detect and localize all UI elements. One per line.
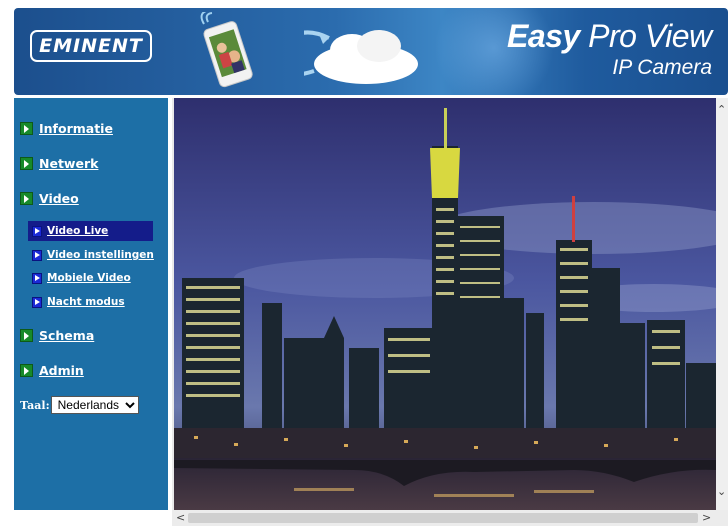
live-video-panel: ⌃ ⌄ < > <box>172 98 728 526</box>
blue-play-square-icon <box>32 296 42 308</box>
menu-item-label: Video <box>39 190 79 206</box>
language-select[interactable]: Nederlands <box>50 396 139 414</box>
menu-item-video[interactable]: Video <box>20 189 79 207</box>
header-banner: EMINENT Easy Pro View IP Camera <box>14 8 728 95</box>
language-selector: Taal: Nederlands <box>20 396 139 414</box>
green-play-square-icon <box>20 328 33 342</box>
cloud-icon <box>304 30 418 84</box>
submenu-item-label: Mobiele Video <box>47 272 131 284</box>
menu-item-label: Schema <box>39 327 95 343</box>
blue-play-square-icon <box>32 272 42 284</box>
submenu-item-label: Nacht modus <box>47 296 125 308</box>
sidebar: Informatie Netwerk Video Video Live Vide… <box>14 98 168 510</box>
submenu-item-mobiele-video[interactable]: Mobiele Video <box>28 268 153 288</box>
chevron-left-icon[interactable]: < <box>176 512 185 523</box>
green-play-square-icon <box>20 121 33 135</box>
green-play-square-icon <box>20 156 33 170</box>
vertical-scrollbar[interactable]: ⌃ ⌄ <box>716 98 728 510</box>
menu-item-netwerk[interactable]: Netwerk <box>20 154 98 172</box>
submenu-item-nacht-modus[interactable]: Nacht modus <box>28 292 153 312</box>
brand-title: Easy Pro View <box>507 18 712 55</box>
horizontal-scroll-thumb[interactable] <box>188 513 698 523</box>
chevron-up-icon[interactable]: ⌃ <box>717 104 726 115</box>
menu-item-label: Informatie <box>39 120 113 136</box>
horizontal-scrollbar[interactable]: < > <box>172 510 728 526</box>
live-video-image[interactable] <box>174 98 716 510</box>
brand-subtitle: IP Camera <box>612 56 712 79</box>
menu-item-label: Netwerk <box>39 155 99 171</box>
brand-proview-text: Pro View <box>588 18 712 54</box>
submenu-item-label: Video instellingen <box>47 249 154 261</box>
submenu-item-video-live[interactable]: Video Live <box>28 221 153 241</box>
eminent-logo: EMINENT <box>30 30 152 62</box>
menu-item-admin[interactable]: Admin <box>20 361 84 379</box>
menu-item-schema[interactable]: Schema <box>20 326 94 344</box>
smartphone-icon <box>200 12 253 88</box>
green-play-square-icon <box>20 363 33 377</box>
language-label: Taal: <box>20 398 50 412</box>
blue-play-square-icon <box>32 249 42 261</box>
green-play-square-icon <box>20 191 33 205</box>
submenu-item-label: Video Live <box>47 225 109 237</box>
chevron-right-icon[interactable]: > <box>702 512 711 523</box>
menu-item-label: Admin <box>39 362 84 378</box>
blue-play-square-icon <box>32 225 42 237</box>
menu-item-informatie[interactable]: Informatie <box>20 119 113 137</box>
submenu-item-video-instellingen[interactable]: Video instellingen <box>28 245 154 265</box>
chevron-down-icon[interactable]: ⌄ <box>717 486 726 497</box>
brand-easy-text: Easy <box>507 18 580 54</box>
